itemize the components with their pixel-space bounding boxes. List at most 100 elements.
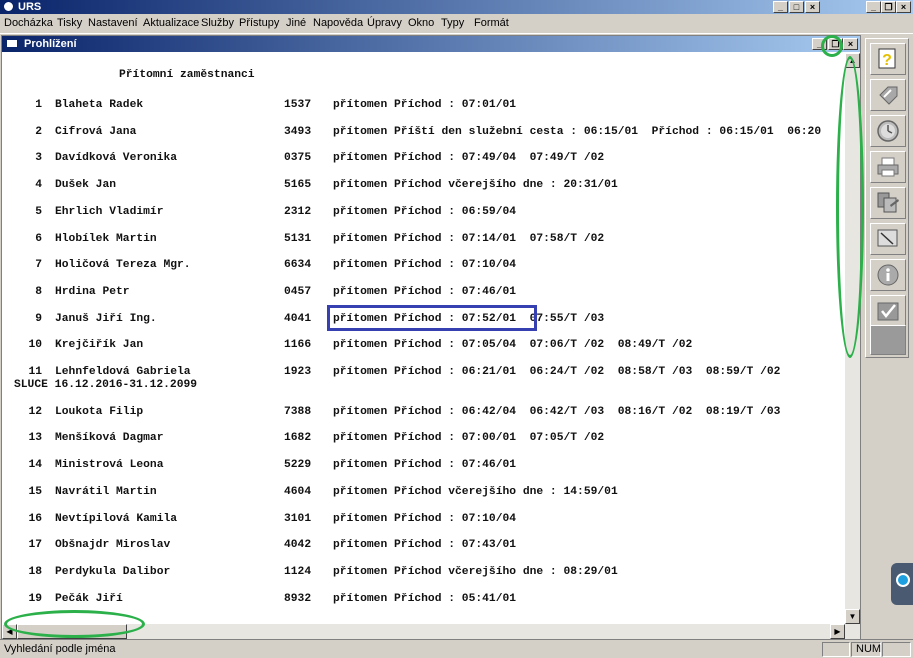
app-logo-icon [3,1,14,12]
status-panel-blank [822,642,850,657]
menu-napoveda[interactable]: Napověda [313,17,363,29]
employee-row[interactable]: 4 Dušek Jan 5165 přítomen Příchod včerejšíh… [2,179,845,195]
attendance-status: přítomen Příchod : 07:14/01 07:58/T /02 [333,232,605,245]
tray-app-icon [896,573,910,587]
row-number: 13 [28,432,42,445]
employee-name: Ehrlich Vladimír [55,205,164,218]
maximize-button[interactable]: □ [789,1,804,13]
employee-name: Krejčiřík Jan [55,339,144,352]
clock-button[interactable] [870,115,906,147]
tray-badge[interactable] [891,563,913,605]
employee-row[interactable]: 12 Loukota Filip 7388 přítomen Příchod : 06… [2,406,845,422]
tag-button[interactable] [870,79,906,111]
menu-format[interactable]: Formát [474,17,509,29]
confirm-button[interactable] [870,295,906,327]
row-number: 17 [28,539,42,552]
row-number: 8 [35,285,42,298]
employee-name: Dušek Jan [55,179,117,192]
highlight-box [327,305,537,331]
documents-icon [877,192,899,213]
menu-upravy[interactable]: Úpravy [367,17,402,29]
row-number: 3 [35,152,42,165]
close-button[interactable]: × [805,1,820,13]
menu-tisky[interactable]: Tisky [57,17,82,29]
employee-code: 8932 [284,592,312,605]
employee-row[interactable]: 10 Krejčiřík Jan 1166 přítomen Příchod : 07… [2,339,845,355]
employee-row[interactable]: 2 Cifrová Jana 3493 přítomen Příští den slu… [2,126,845,142]
status-bar: Vyhledání podle jména NUM [0,639,913,658]
row-number: 14 [28,459,42,472]
mdi-close-button[interactable]: × [896,1,911,13]
attendance-status: přítomen Příchod : 06:42/04 06:42/T /03 … [333,405,781,418]
employee-row[interactable]: 1 Blaheta Radek 1537 přítomen Příchod : 07:… [2,99,845,115]
status-text: Vyhledání podle jména [4,643,116,655]
employee-name: Hrdina Petr [55,285,130,298]
employee-code: 5165 [284,179,312,192]
employee-name: Pečák Jiří [55,592,123,605]
employee-row[interactable]: 13 Menšíková Dagmar 1682 přítomen Příchod :… [2,432,845,448]
row-number: 18 [28,565,42,578]
employee-name: Obšnajdr Miroslav [55,539,171,552]
employee-code: 6634 [284,259,312,272]
documents-button[interactable] [870,187,906,219]
status-panel-extra [882,642,911,657]
employee-name: Nevtípilová Kamila [55,512,178,525]
blank-button[interactable] [870,325,906,355]
attendance-status: přítomen Příchod včerejšího dne : 14:59/… [333,485,618,498]
attendance-status: přítomen Příchod : 07:00/01 07:05/T /02 [333,432,605,445]
employee-name: Januš Jiří Ing. [55,312,157,325]
scroll-down-button[interactable]: ▼ [845,609,860,624]
employee-row[interactable]: 3 Davídková Veronika 0375 přítomen Příchod … [2,152,845,168]
employee-code: 5229 [284,459,312,472]
row-number: 12 [28,405,42,418]
app-title: URS [18,1,42,13]
scroll-right-button[interactable]: ▶ [830,624,845,639]
employee-row[interactable]: 15 Navrátil Martin 4604 přítomen Příchod vč… [2,486,845,502]
row-number: 10 [28,339,42,352]
menu-typy[interactable]: Typy [441,17,464,29]
help-button[interactable]: ? [870,43,906,75]
doc-close-button[interactable]: × [843,38,858,50]
row-number: 7 [35,259,42,272]
check-icon [877,302,899,321]
menu-pristupy[interactable]: Přístupy [239,17,279,29]
menu-sluzby[interactable]: Služby [201,17,234,29]
document-icon [6,39,18,48]
app-title-bar: URS _ □ × _ ❐ × [0,0,913,14]
row-extra-note: SLUCE 16.12.2016-31.12.2099 [14,379,198,391]
employee-code: 0375 [284,152,312,165]
employee-row[interactable]: 8 Hrdina Petr 0457 přítomen Příchod : 07:46… [2,286,845,302]
attendance-status: přítomen Příchod : 07:01/01 [333,99,517,111]
attendance-status: přítomen Příchod : 07:49/04 07:49/T /02 [333,152,605,165]
employee-name: Blaheta Radek [55,99,144,111]
annotation-circle-restore [821,35,843,57]
employee-row[interactable]: 14 Ministrová Leona 5229 přítomen Příchod :… [2,459,845,475]
employee-row[interactable]: 18 Perdykula Dalibor 1124 přítomen Příchod … [2,566,845,582]
mdi-restore-button[interactable]: ❐ [881,1,896,13]
mdi-minimize-button[interactable]: _ [866,1,881,13]
employee-row[interactable]: 7 Holičová Tereza Mgr. 6634 přítomen Přícho… [2,259,845,275]
minimize-button[interactable]: _ [773,1,788,13]
employee-row[interactable]: 6 Hlobílek Martin 5131 přítomen Příchod : 0… [2,233,845,249]
info-button[interactable] [870,259,906,291]
svg-text:?: ? [882,52,892,69]
employee-code: 1923 [284,366,312,378]
print-button[interactable] [870,151,906,183]
menu-aktualizace[interactable]: Aktualizace [143,17,199,29]
attendance-status: přítomen Příchod : 07:05/04 07:06/T /02 … [333,339,693,352]
employee-row[interactable]: 16 Nevtípilová Kamila 3101 přítomen Příchod… [2,513,845,529]
menu-dochazka[interactable]: Docházka [4,17,53,29]
menu-nastaveni[interactable]: Nastavení [88,17,138,29]
attendance-status: přítomen Příchod : 07:10/04 [333,259,517,272]
menu-okno[interactable]: Okno [408,17,434,29]
employee-row[interactable]: 19 Pečák Jiří 8932 přítomen Příchod : 05:41… [2,593,845,609]
employee-name: Navrátil Martin [55,485,157,498]
menu-jine[interactable]: Jiné [286,17,306,29]
employee-code: 1124 [284,565,312,578]
attendance-status: přítomen Příchod : 06:59/04 [333,205,517,218]
employee-row[interactable]: 17 Obšnajdr Miroslav 4042 přítomen Příchod … [2,539,845,555]
edit-button[interactable] [870,223,906,255]
employee-name: Perdykula Dalibor [55,565,171,578]
row-number: 5 [35,205,42,218]
employee-row[interactable]: 5 Ehrlich Vladimír 2312 přítomen Příchod : … [2,206,845,222]
